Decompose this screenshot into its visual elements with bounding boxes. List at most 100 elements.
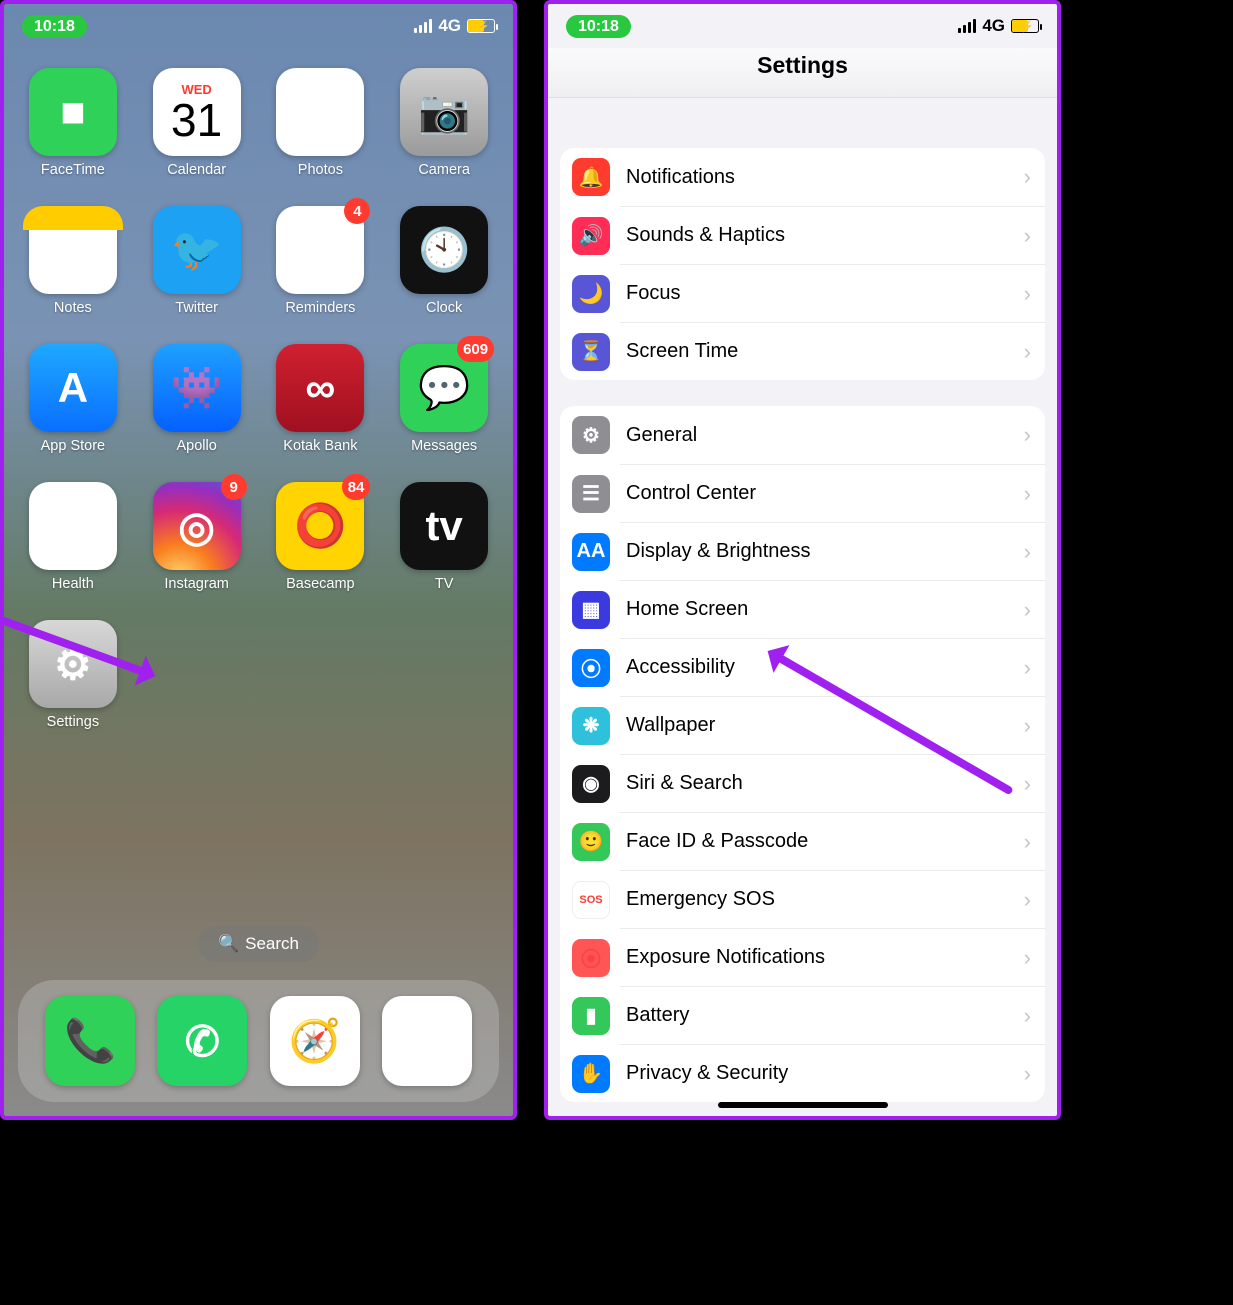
chevron-right-icon: › — [1024, 945, 1031, 971]
app-label: Messages — [411, 438, 477, 454]
app-kotak-bank[interactable]: ∞ Kotak Bank — [270, 344, 370, 454]
settings-row-sounds-haptics[interactable]: 🔊Sounds & Haptics› — [620, 206, 1045, 264]
battery-icon: ⚡ — [1011, 19, 1039, 33]
chevron-right-icon: › — [1024, 1003, 1031, 1029]
chevron-right-icon: › — [1024, 771, 1031, 797]
health-icon: ❤ — [29, 482, 117, 570]
app-clock[interactable]: 🕙Clock — [394, 206, 494, 316]
notes-icon — [29, 206, 117, 294]
app-label: Photos — [298, 162, 343, 178]
home-indicator[interactable] — [718, 1102, 888, 1108]
status-bar: 10:18 4G ⚡ — [4, 4, 513, 48]
settings-row-home-screen[interactable]: ▦Home Screen› — [620, 580, 1045, 638]
settings-row-face-id-passcode[interactable]: 🙂Face ID & Passcode› — [620, 812, 1045, 870]
settings-row-emergency-sos[interactable]: SOSEmergency SOS› — [620, 870, 1045, 928]
settings-row-label: Battery — [626, 1004, 1024, 1027]
settings-row-battery[interactable]: ▮Battery› — [620, 986, 1045, 1044]
status-right: 4G ⚡ — [958, 16, 1039, 36]
settings-row-focus[interactable]: 🌙Focus› — [620, 264, 1045, 322]
photos-icon: ✿ — [276, 68, 364, 156]
battery-icon: ▮ — [572, 997, 610, 1035]
spotlight-search[interactable]: 🔍 Search — [198, 926, 319, 962]
settings-row-display-brightness[interactable]: AADisplay & Brightness› — [620, 522, 1045, 580]
settings-row-exposure-notifications[interactable]: ⦿Exposure Notifications› — [620, 928, 1045, 986]
app-app-store[interactable]: AApp Store — [23, 344, 123, 454]
app-label: Camera — [418, 162, 470, 178]
status-bar: 10:18 4G ⚡ — [548, 4, 1057, 48]
privacy-security-icon: ✋ — [572, 1055, 610, 1093]
settings-row-label: Accessibility — [626, 656, 1024, 679]
badge: 9 — [221, 474, 247, 500]
app-calendar[interactable]: WED31Calendar — [147, 68, 247, 178]
app-health[interactable]: ❤Health — [23, 482, 123, 592]
settings-row-label: Control Center — [626, 482, 1024, 505]
emergency-sos-icon: SOS — [572, 881, 610, 919]
chevron-right-icon: › — [1024, 655, 1031, 681]
app-twitter[interactable]: 🐦Twitter — [147, 206, 247, 316]
status-time: 10:18 — [566, 15, 631, 38]
settings-row-control-center[interactable]: ☰Control Center› — [620, 464, 1045, 522]
app-reminders[interactable]: ≣4Reminders — [270, 206, 370, 316]
settings-row-label: Privacy & Security — [626, 1062, 1024, 1085]
dock-safari-icon[interactable]: 🧭 — [270, 996, 360, 1086]
settings-row-label: Screen Time — [626, 340, 1024, 363]
app-tv[interactable]: tvTV — [394, 482, 494, 592]
camera-icon: 📷 — [400, 68, 488, 156]
app-facetime[interactable]: ■FaceTime — [23, 68, 123, 178]
chevron-right-icon: › — [1024, 713, 1031, 739]
home-screen-icon: ▦ — [572, 591, 610, 629]
home-app-grid: ■FaceTimeWED31Calendar ✿ Photos 📷 Camera Note… — [4, 48, 513, 730]
apollo-icon: 👾 — [153, 344, 241, 432]
app-label: Kotak Bank — [283, 438, 357, 454]
app-photos[interactable]: ✿ Photos — [270, 68, 370, 178]
dock-phone-icon[interactable]: 📞 — [45, 996, 135, 1086]
status-right: 4G ⚡ — [414, 16, 495, 36]
app-label: Instagram — [164, 576, 228, 592]
page-title: Settings — [548, 48, 1057, 98]
chevron-right-icon: › — [1024, 481, 1031, 507]
dock-whatsapp-icon[interactable]: ✆ — [157, 996, 247, 1086]
network-label: 4G — [438, 16, 461, 36]
facetime-icon: ■ — [29, 68, 117, 156]
app-label: TV — [435, 576, 454, 592]
settings-row-general[interactable]: ⚙General› — [560, 406, 1045, 464]
twitter-icon: 🐦 — [153, 206, 241, 294]
app-label: Calendar — [167, 162, 226, 178]
settings-group: 🔔Notifications›🔊Sounds & Haptics›🌙Focus›… — [560, 148, 1045, 380]
iphone-settings-screen: 10:18 4G ⚡ Settings 🔔Notifications›🔊Soun… — [544, 0, 1061, 1120]
chevron-right-icon: › — [1024, 281, 1031, 307]
settings-row-label: Emergency SOS — [626, 888, 1024, 911]
chevron-right-icon: › — [1024, 223, 1031, 249]
kotak-bank-icon: ∞ — [276, 344, 364, 432]
settings-row-notifications[interactable]: 🔔Notifications› — [560, 148, 1045, 206]
app-messages[interactable]: 💬609Messages — [394, 344, 494, 454]
face-id-passcode-icon: 🙂 — [572, 823, 610, 861]
app-store-icon: A — [29, 344, 117, 432]
settings-row-label: General — [626, 424, 1024, 447]
general-icon: ⚙ — [572, 416, 610, 454]
dock-yt-music-icon[interactable]: ▶ — [382, 996, 472, 1086]
signal-icon — [958, 19, 976, 33]
wallpaper-icon: ❋ — [572, 707, 610, 745]
settings-row-screen-time[interactable]: ⏳Screen Time› — [620, 322, 1045, 380]
settings-row-label: Display & Brightness — [626, 540, 1024, 563]
control-center-icon: ☰ — [572, 475, 610, 513]
settings-row-siri-search[interactable]: ◉Siri & Search› — [620, 754, 1045, 812]
chevron-right-icon: › — [1024, 339, 1031, 365]
app-apollo[interactable]: 👾 Apollo — [147, 344, 247, 454]
accessibility-icon: ⦿ — [572, 649, 610, 687]
app-camera[interactable]: 📷 Camera — [394, 68, 494, 178]
settings-row-label: Exposure Notifications — [626, 946, 1024, 969]
dock: 📞✆ 🧭▶ — [18, 980, 499, 1102]
app-basecamp[interactable]: ⭕84Basecamp — [270, 482, 370, 592]
chevron-right-icon: › — [1024, 829, 1031, 855]
settings-row-label: Home Screen — [626, 598, 1024, 621]
settings-row-wallpaper[interactable]: ❋Wallpaper› — [620, 696, 1045, 754]
app-notes[interactable]: Notes — [23, 206, 123, 316]
app-label: Apollo — [176, 438, 216, 454]
notifications-icon: 🔔 — [572, 158, 610, 196]
app-label: Basecamp — [286, 576, 355, 592]
settings-row-privacy-security[interactable]: ✋Privacy & Security› — [620, 1044, 1045, 1102]
network-label: 4G — [982, 16, 1005, 36]
app-instagram[interactable]: ◎9Instagram — [147, 482, 247, 592]
